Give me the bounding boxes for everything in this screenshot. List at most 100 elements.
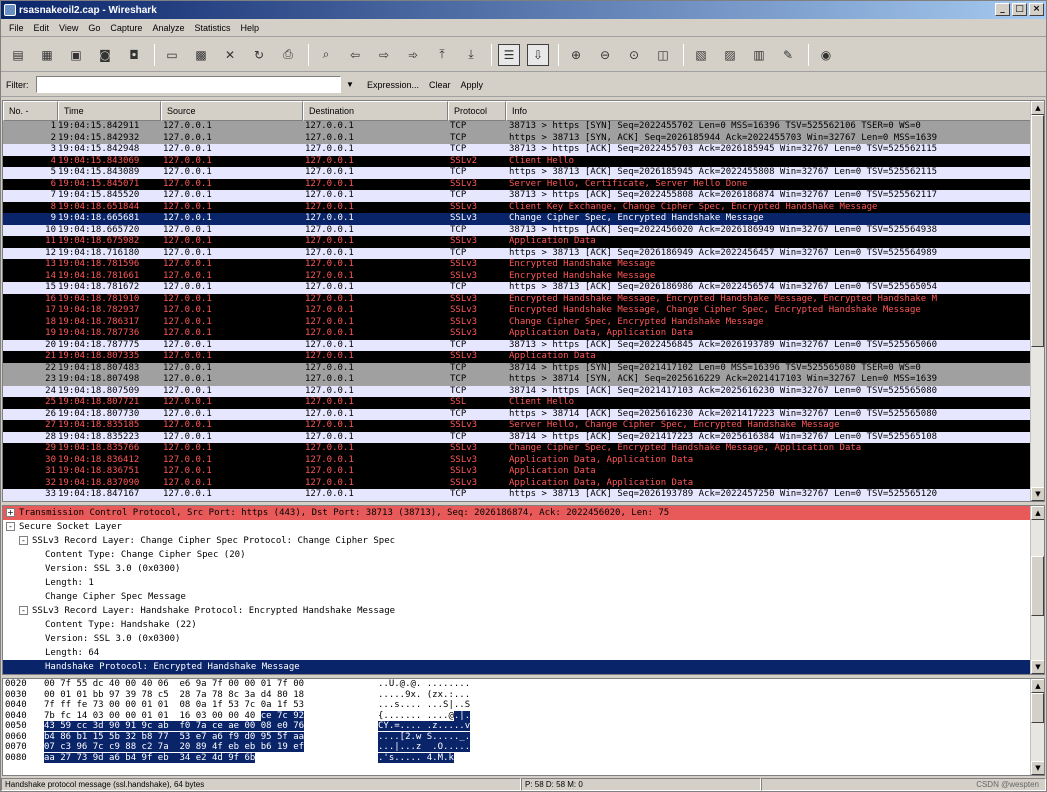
- hex-ascii[interactable]: {....... ....@.|.: [378, 710, 471, 722]
- packet-row[interactable]: 23 19:04:18.807498 127.0.0.1 127.0.0.1 TCP ht…: [3, 374, 1031, 386]
- details-row[interactable]: Length: 64: [3, 646, 1044, 660]
- packet-row[interactable]: 9 19:04:18.665681 127.0.0.1 127.0.0.1 SSLv3 C…: [3, 213, 1031, 225]
- preferences-icon[interactable]: ✎: [777, 44, 799, 66]
- scroll-up-icon[interactable]: ▲: [1031, 101, 1044, 115]
- stop-capture-icon[interactable]: ◙: [94, 44, 116, 66]
- hex-bytes[interactable]: 43 59 cc 3d 90 91 9c ab f0 7a ce ae 00 0…: [44, 721, 305, 732]
- apply-button[interactable]: Apply: [461, 80, 484, 90]
- start-capture-icon[interactable]: ▣: [65, 44, 87, 66]
- display-filters-icon[interactable]: ▨: [719, 44, 741, 66]
- details-row[interactable]: + Transmission Control Protocol, Src Port…: [3, 506, 1044, 520]
- packet-list-scrollbar[interactable]: ▲ ▼: [1030, 101, 1044, 501]
- packet-row[interactable]: 7 19:04:15.845520 127.0.0.1 127.0.0.1 TCP 387…: [3, 190, 1031, 202]
- details-row[interactable]: Length: 1: [3, 576, 1044, 590]
- packet-row[interactable]: 13 19:04:18.781596 127.0.0.1 127.0.0.1 SSLv3…: [3, 259, 1031, 271]
- packet-row[interactable]: 22 19:04:18.807483 127.0.0.1 127.0.0.1 TCP 38…: [3, 362, 1031, 374]
- packet-row[interactable]: 3 19:04:15.842948 127.0.0.1 127.0.0.1 TCP 387…: [3, 144, 1031, 156]
- help-icon[interactable]: ◉: [815, 44, 837, 66]
- details-row[interactable]: Handshake Protocol: Encrypted Handshake …: [3, 660, 1044, 674]
- hex-ascii[interactable]: ...|...z .O.....: [378, 742, 471, 753]
- packet-row[interactable]: 24 19:04:18.807509 127.0.0.1 127.0.0.1 TCP 38…: [3, 385, 1031, 397]
- zoom-normal-icon[interactable]: ⊙: [623, 44, 645, 66]
- packet-row[interactable]: 16 19:04:18.781910 127.0.0.1 127.0.0.1 SSLv3…: [3, 293, 1031, 305]
- details-scrollbar[interactable]: ▲ ▼: [1030, 506, 1044, 674]
- go-to-packet-icon[interactable]: ➾: [402, 44, 424, 66]
- go-forward-icon[interactable]: ⇨: [373, 44, 395, 66]
- go-first-icon[interactable]: ⤒: [431, 44, 453, 66]
- packet-row[interactable]: 31 19:04:18.836751 127.0.0.1 127.0.0.1 SSLv3…: [3, 466, 1031, 478]
- collapse-icon[interactable]: -: [19, 606, 28, 615]
- capture-filters-icon[interactable]: ▧: [690, 44, 712, 66]
- hex-bytes[interactable]: 7f ff fe 73 00 00 01 01 08 0a 1f 53 7c 0…: [44, 700, 304, 711]
- details-scroll-up-icon[interactable]: ▲: [1031, 506, 1044, 520]
- restart-capture-icon[interactable]: ◘: [123, 44, 145, 66]
- column-header-no[interactable]: No. -: [3, 101, 58, 121]
- menu-capture[interactable]: Capture: [106, 23, 148, 33]
- find-packet-icon[interactable]: ⌕: [315, 44, 337, 66]
- packet-list[interactable]: No. - Time Source Destination Protocol I…: [2, 100, 1045, 502]
- details-row[interactable]: Content Type: Change Cipher Spec (20): [3, 548, 1044, 562]
- details-row[interactable]: - SSLv3 Record Layer: Handshake Protocol:…: [3, 604, 1044, 618]
- go-last-icon[interactable]: ⤓: [460, 44, 482, 66]
- packet-row[interactable]: 26 19:04:18.807730 127.0.0.1 127.0.0.1 TCP ht…: [3, 408, 1031, 420]
- go-back-icon[interactable]: ⇦: [344, 44, 366, 66]
- packet-row[interactable]: 27 19:04:18.835185 127.0.0.1 127.0.0.1 SSLv3…: [3, 420, 1031, 432]
- packet-bytes-pane[interactable]: 0020 00 7f 55 dc 40 00 40 06 e6 9a 7f 00 …: [2, 678, 1045, 776]
- save-file-icon[interactable]: ▩: [190, 44, 212, 66]
- details-row[interactable]: Version: SSL 3.0 (0x0300): [3, 562, 1044, 576]
- packet-row[interactable]: 4 19:04:15.843069 127.0.0.1 127.0.0.1 SSLv2 C…: [3, 155, 1031, 167]
- packet-row[interactable]: 6 19:04:15.845071 127.0.0.1 127.0.0.1 SSLv3 S…: [3, 178, 1031, 190]
- expand-icon[interactable]: +: [6, 508, 15, 517]
- close-file-icon[interactable]: ✕: [219, 44, 241, 66]
- packet-details-pane[interactable]: + Transmission Control Protocol, Src Port…: [2, 505, 1045, 675]
- hex-bytes[interactable]: b4 86 b1 15 5b 32 b8 77 53 e7 a6 f9 d0 9…: [44, 731, 305, 743]
- reload-icon[interactable]: ↻: [248, 44, 270, 66]
- clear-button[interactable]: Clear: [429, 80, 451, 90]
- scroll-down-icon[interactable]: ▼: [1031, 487, 1044, 501]
- packet-row[interactable]: 11 19:04:18.675982 127.0.0.1 127.0.0.1 SSLv3…: [3, 236, 1031, 248]
- packet-row[interactable]: 8 19:04:18.651844 127.0.0.1 127.0.0.1 SSLv3 C…: [3, 201, 1031, 213]
- maximize-button[interactable]: □: [1012, 3, 1027, 16]
- menu-statistics[interactable]: Statistics: [190, 23, 236, 33]
- details-row[interactable]: Change Cipher Spec Message: [3, 590, 1044, 604]
- resize-columns-icon[interactable]: ◫: [652, 44, 674, 66]
- hex-scroll-down-icon[interactable]: ▼: [1031, 761, 1044, 775]
- details-row[interactable]: - Secure Socket Layer: [3, 520, 1044, 534]
- packet-row[interactable]: 20 19:04:18.787775 127.0.0.1 127.0.0.1 TCP 38…: [3, 339, 1031, 351]
- packet-row[interactable]: 18 19:04:18.786317 127.0.0.1 127.0.0.1 SSLv3…: [3, 316, 1031, 328]
- packet-row[interactable]: 29 19:04:18.835766 127.0.0.1 127.0.0.1 SSLv3…: [3, 443, 1031, 455]
- expression-button[interactable]: Expression...: [367, 80, 419, 90]
- packet-row[interactable]: 15 19:04:18.781672 127.0.0.1 127.0.0.1 TCP ht…: [3, 282, 1031, 294]
- details-row[interactable]: Content Type: Handshake (22): [3, 618, 1044, 632]
- colorize-icon[interactable]: ☰: [498, 43, 520, 66]
- packet-row[interactable]: 14 19:04:18.781661 127.0.0.1 127.0.0.1 SSLv3…: [3, 270, 1031, 282]
- open-file-icon[interactable]: ▭: [161, 44, 183, 66]
- menu-view[interactable]: View: [55, 23, 84, 33]
- collapse-icon[interactable]: -: [6, 522, 15, 531]
- hex-scroll-up-icon[interactable]: ▲: [1031, 679, 1044, 693]
- details-scroll-down-icon[interactable]: ▼: [1031, 660, 1044, 674]
- details-row[interactable]: Version: SSL 3.0 (0x0300): [3, 632, 1044, 646]
- column-header-source[interactable]: Source: [161, 101, 303, 121]
- hex-ascii[interactable]: ....[2.w S....._.: [378, 731, 471, 743]
- packet-row[interactable]: 12 19:04:18.716180 127.0.0.1 127.0.0.1 TCP ht…: [3, 247, 1031, 259]
- zoom-out-icon[interactable]: ⊖: [594, 44, 616, 66]
- packet-row[interactable]: 28 19:04:18.835223 127.0.0.1 127.0.0.1 TCP 38…: [3, 431, 1031, 443]
- filter-dropdown-icon[interactable]: ▼: [343, 80, 357, 89]
- details-scroll-thumb[interactable]: [1031, 556, 1044, 616]
- menu-analyze[interactable]: Analyze: [148, 23, 190, 33]
- column-header-time[interactable]: Time: [58, 101, 161, 121]
- hex-bytes[interactable]: 00 01 01 bb 97 39 78 c5 28 7a 78 8c 3a d…: [44, 690, 304, 701]
- packet-row[interactable]: 33 19:04:18.847167 127.0.0.1 127.0.0.1 TCP ht…: [3, 489, 1031, 501]
- minimize-button[interactable]: _: [995, 3, 1010, 16]
- packet-row[interactable]: 1 19:04:15.842911 127.0.0.1 127.0.0.1 TCP 387…: [3, 121, 1031, 133]
- coloring-rules-icon[interactable]: ▥: [748, 44, 770, 66]
- details-row[interactable]: - SSLv3 Record Layer: Change Cipher Spec …: [3, 534, 1044, 548]
- print-icon[interactable]: ⎙: [277, 44, 299, 66]
- hex-bytes[interactable]: 07 c3 96 7c c9 88 c2 7a 20 89 4f eb eb b…: [44, 742, 305, 753]
- hex-scrollbar[interactable]: ▲ ▼: [1030, 679, 1044, 775]
- zoom-in-icon[interactable]: ⊕: [565, 44, 587, 66]
- auto-scroll-icon[interactable]: ⇩: [527, 43, 549, 66]
- hex-ascii[interactable]: .....9x. (zx.:...: [378, 690, 470, 701]
- hex-ascii[interactable]: ..U.@.@. ........: [378, 679, 470, 690]
